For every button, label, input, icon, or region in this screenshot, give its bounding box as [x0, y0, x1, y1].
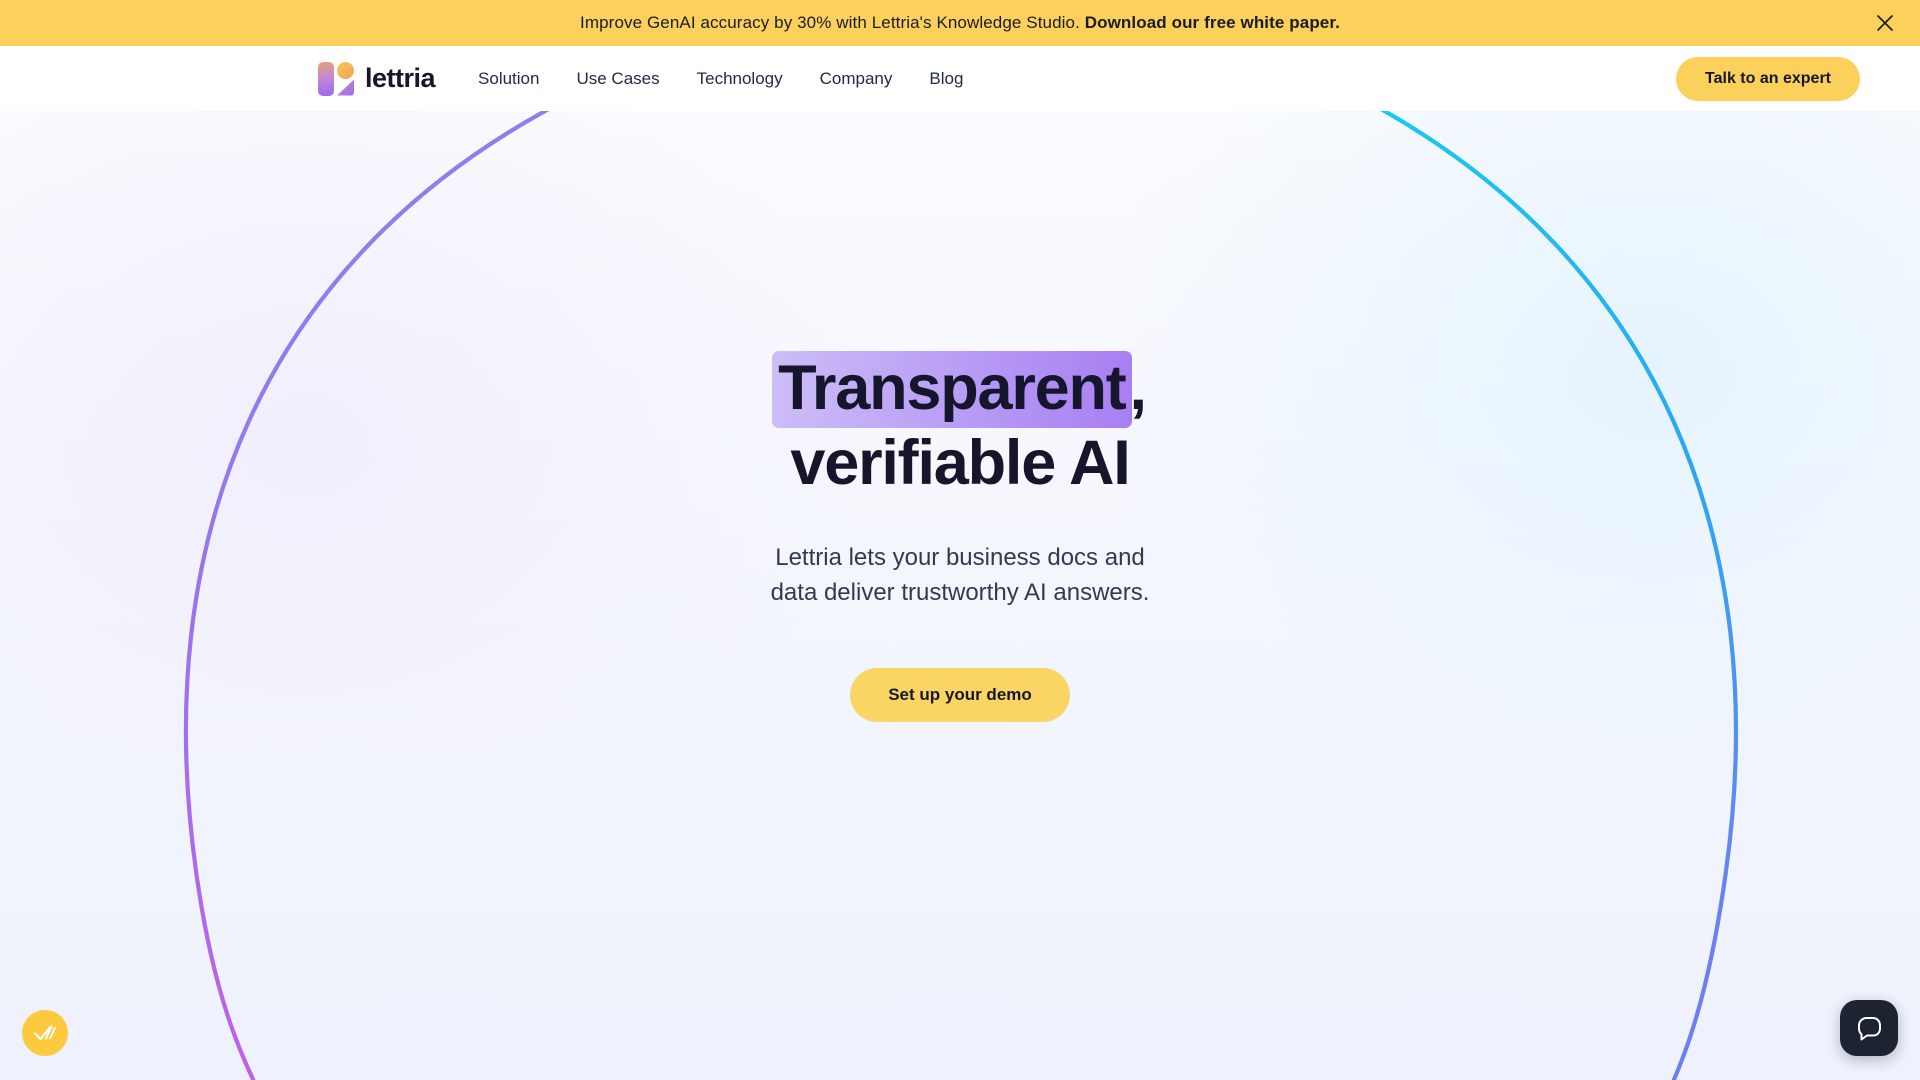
chat-bubble-icon[interactable]: [1840, 1000, 1898, 1056]
site-header: lettria Solution Use Cases Technology Co…: [0, 46, 1920, 111]
nav-item-blog[interactable]: Blog: [929, 69, 963, 89]
headline-comma: ,: [1129, 353, 1148, 423]
headline-line-1: Transparent,: [0, 351, 1920, 428]
lettria-logo-icon: [318, 61, 354, 96]
announcement-banner: Improve GenAI accuracy by 30% with Lettr…: [0, 0, 1920, 46]
page-title: Transparent, verifiable AI: [0, 351, 1920, 498]
talk-to-expert-button[interactable]: Talk to an expert: [1676, 56, 1860, 101]
main-navigation: Solution Use Cases Technology Company Bl…: [478, 69, 963, 89]
nav-item-technology[interactable]: Technology: [697, 69, 783, 89]
brand-logo[interactable]: lettria: [318, 61, 436, 96]
nav-item-company[interactable]: Company: [820, 69, 893, 89]
hero-subheadline: Lettria lets your business docs and data…: [0, 540, 1920, 610]
cookie-consent-icon[interactable]: [22, 1010, 68, 1056]
nav-item-solution[interactable]: Solution: [478, 69, 539, 89]
announcement-link[interactable]: Download our free white paper.: [1085, 13, 1340, 32]
announcement-text: Improve GenAI accuracy by 30% with Lettr…: [580, 13, 1340, 33]
logo-circle-shape: [337, 61, 354, 79]
logo-bar-shape: [318, 61, 334, 96]
brand-name: lettria: [365, 63, 436, 93]
headline-line-2: verifiable AI: [790, 427, 1130, 498]
hero-content: Transparent, verifiable AI Lettria lets …: [0, 111, 1920, 723]
announcement-text-plain: Improve GenAI accuracy by 30% with Lettr…: [580, 13, 1080, 32]
hero-subheadline-line-2: data deliver trustworthy AI answers.: [770, 579, 1150, 607]
logo-triangle-shape: [337, 79, 354, 96]
nav-item-use-cases[interactable]: Use Cases: [576, 69, 659, 89]
hero-subheadline-line-1: Lettria lets your business docs and: [775, 544, 1145, 572]
close-icon[interactable]: [1872, 10, 1898, 36]
setup-demo-button[interactable]: Set up your demo: [850, 668, 1070, 723]
hero-section: Transparent, verifiable AI Lettria lets …: [0, 111, 1920, 1080]
headline-highlight: Transparent: [772, 351, 1132, 428]
